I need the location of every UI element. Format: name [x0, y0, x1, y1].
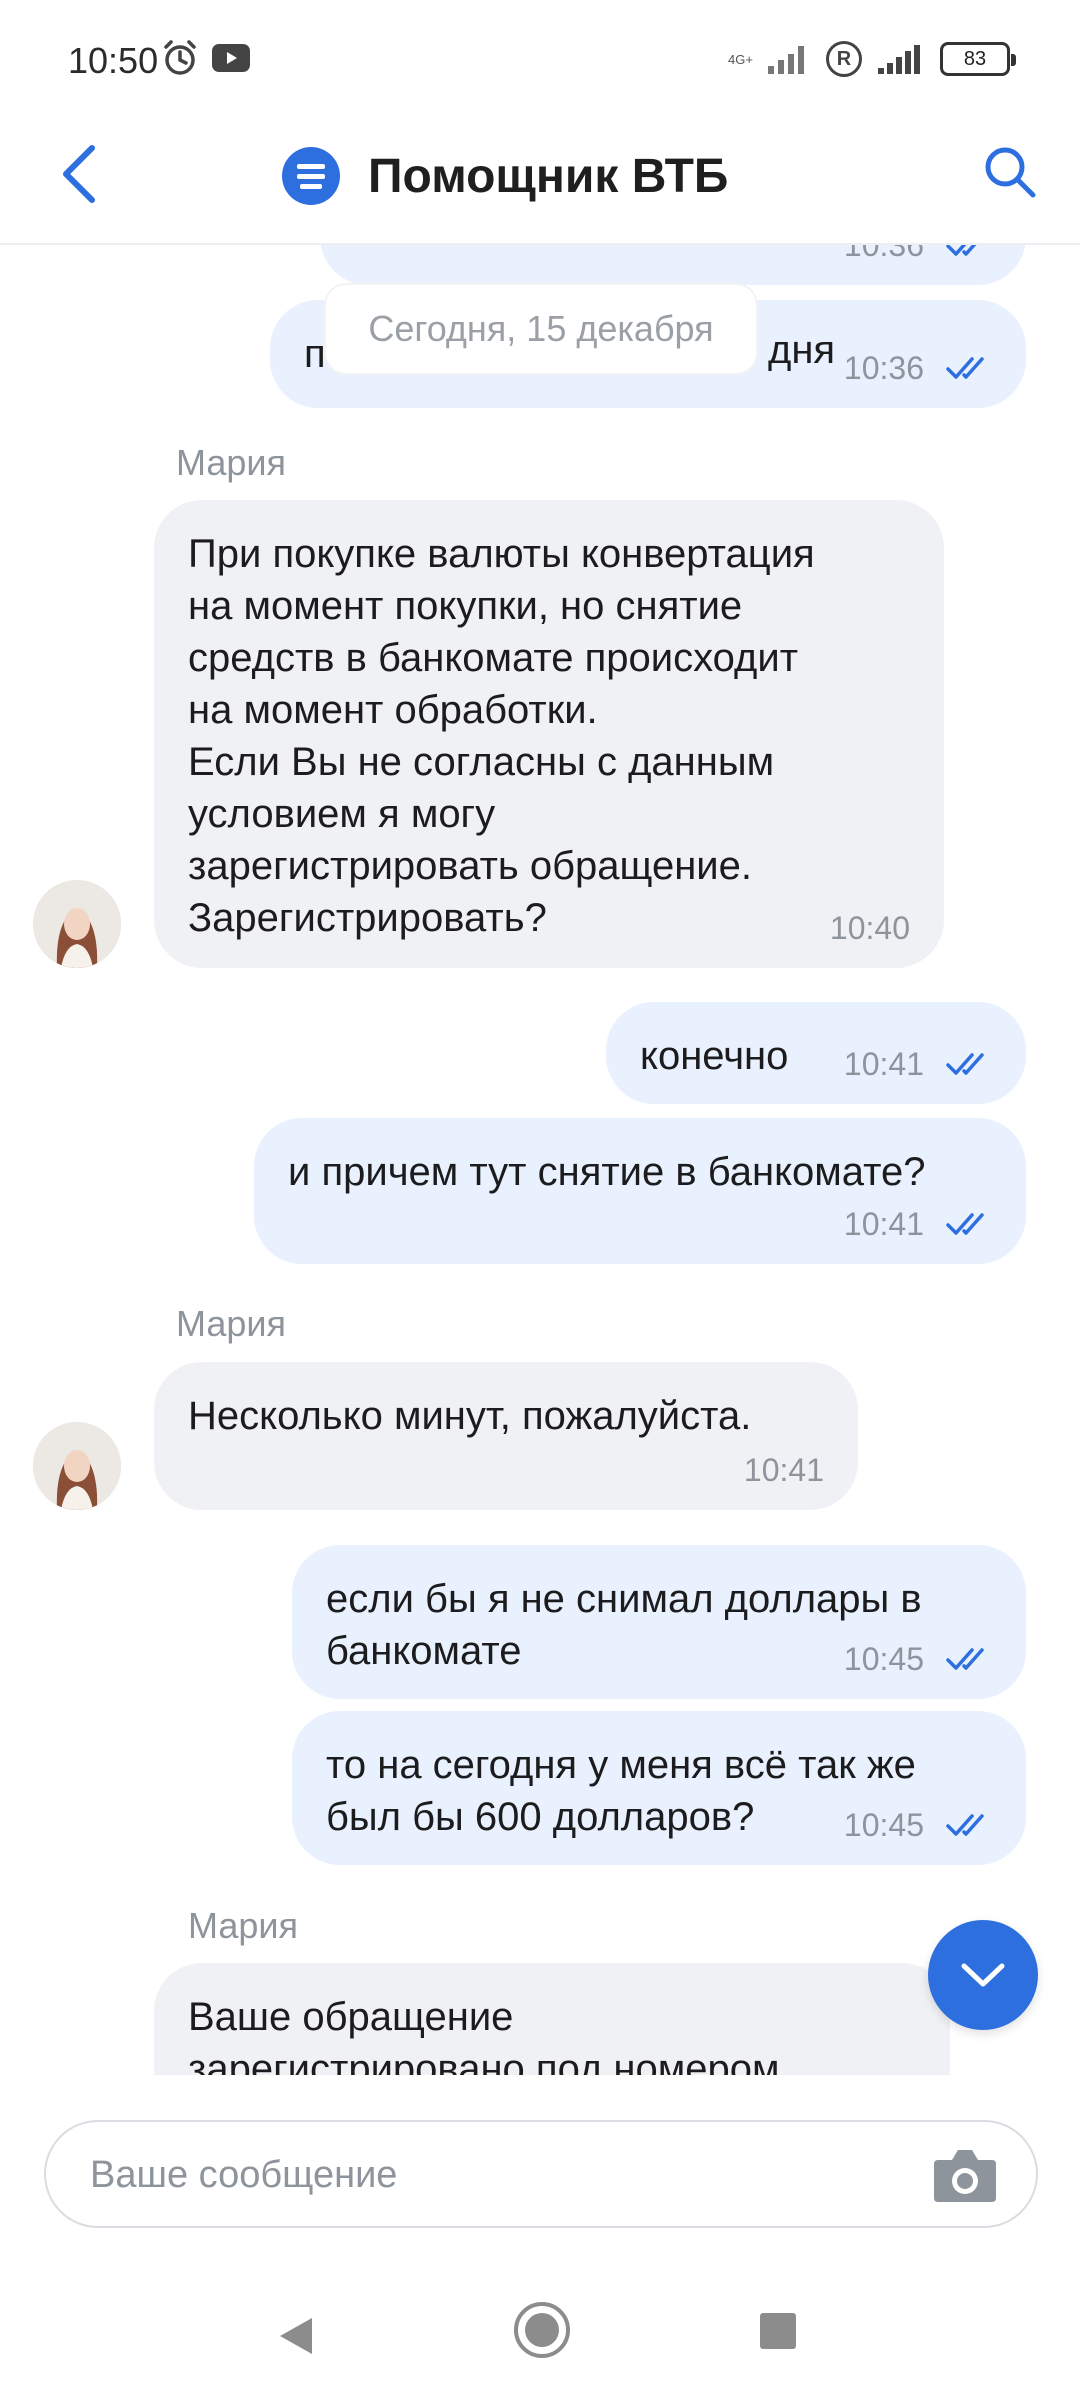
message-time: 10:40: [829, 910, 910, 946]
double-check-icon: [946, 357, 984, 379]
message-line: на момент покупки, но снятие: [188, 584, 743, 628]
message-meta: 10:41: [844, 1038, 992, 1090]
message-time: 10:45: [843, 1641, 924, 1677]
message-line: зарегистрировано под номером: [188, 2047, 780, 2075]
message-composer: [44, 2120, 1038, 2228]
message-incoming[interactable]: Ваше обращение зарегистрировано под номе…: [154, 1963, 950, 2075]
message-outgoing[interactable]: 10:36: [320, 245, 1026, 285]
message-line: если бы я не снимал доллары в: [326, 1577, 922, 1621]
message-line: Ваше обращение: [188, 1995, 514, 2039]
signal-icon-2: [878, 45, 920, 74]
message-meta: 10:36: [844, 245, 992, 271]
nav-home-button[interactable]: [514, 2302, 570, 2358]
message-time: 10:36: [843, 245, 924, 263]
message-line: зарегистрировать обращение.: [188, 844, 753, 888]
double-check-icon: [946, 1053, 984, 1075]
message-text: конечно: [640, 1034, 789, 1078]
message-outgoing[interactable]: конечно 10:41: [606, 1002, 1026, 1104]
vtb-logo-icon: [282, 147, 340, 205]
sender-name: Мария: [176, 1303, 287, 1344]
message-incoming[interactable]: Несколько минут, пожалуйста. 10:41: [154, 1362, 858, 1510]
chevron-down-icon: [961, 1963, 1005, 1987]
network-type: 4G+: [728, 51, 753, 67]
battery-icon: 83: [940, 42, 1016, 76]
camera-icon[interactable]: [930, 2144, 1000, 2206]
status-time: 10:50: [68, 40, 159, 81]
alarm-icon: [164, 40, 196, 75]
sender-name: Мария: [188, 1905, 299, 1946]
operator-avatar[interactable]: [33, 1422, 121, 1510]
nav-recents-button[interactable]: [760, 2313, 796, 2349]
message-line: то на сегодня у меня всё так же: [326, 1743, 916, 1787]
message-meta: 10:36: [844, 342, 992, 394]
battery-level: 83: [963, 47, 987, 70]
double-check-icon: [946, 245, 977, 256]
date-separator: Сегодня, 15 декабря: [326, 285, 756, 373]
search-icon[interactable]: [978, 140, 1042, 204]
message-text-fragment: п: [304, 332, 326, 376]
message-line: Зарегистрировать?: [188, 896, 547, 940]
message-time: 10:41: [843, 1206, 924, 1242]
chat-title-group[interactable]: Помощник ВТБ: [282, 136, 728, 216]
message-line: на момент обработки.: [188, 688, 598, 732]
operator-avatar[interactable]: [33, 880, 121, 968]
double-check-icon: [946, 1814, 984, 1836]
chat-title: Помощник ВТБ: [368, 149, 729, 203]
scroll-to-bottom-button[interactable]: [928, 1920, 1038, 2030]
youtube-icon: [212, 44, 250, 72]
message-line: При покупке валюты конвертация: [188, 532, 815, 576]
system-nav-bar: [0, 2270, 1080, 2400]
chat-header: Помощник ВТБ: [0, 110, 1080, 245]
message-line: условием я могу: [188, 792, 496, 836]
message-text: При покупке валюты конвертация на момент…: [188, 528, 910, 944]
nav-back-icon[interactable]: [276, 2316, 316, 2356]
message-meta: 10:45: [844, 1633, 992, 1685]
message-input[interactable]: [90, 2142, 910, 2208]
double-check-icon: [946, 1648, 984, 1670]
message-outgoing[interactable]: то на сегодня у меня всё так же был бы 6…: [292, 1711, 1026, 1865]
message-time: 10:45: [843, 1807, 924, 1843]
message-meta: 10:40: [830, 902, 910, 954]
message-incoming[interactable]: При покупке валюты конвертация на момент…: [154, 500, 944, 968]
message-list[interactable]: 10:36 п дня 10:36 Сегодня, 15 декабря Ма…: [0, 245, 1080, 2075]
message-time: 10:41: [743, 1452, 824, 1488]
message-text: и причем тут снятие в банкомате?: [288, 1150, 926, 1194]
message-line: Если Вы не согласны с данным: [188, 740, 775, 784]
avatar-photo: [33, 1422, 121, 1510]
sender-name: Мария: [176, 442, 287, 483]
message-text: Несколько минут, пожалуйста.: [188, 1394, 752, 1438]
message-time: 10:36: [843, 350, 924, 386]
status-bar: 10:50 4G+ R 83: [0, 0, 1080, 110]
back-arrow-icon[interactable]: [50, 134, 110, 214]
avatar-photo: [33, 880, 121, 968]
message-text-fragment: дня: [768, 328, 836, 372]
message-time: 10:41: [843, 1046, 924, 1082]
double-check-icon: [946, 1213, 984, 1235]
message-outgoing[interactable]: если бы я не снимал доллары в банкомате …: [292, 1545, 1026, 1699]
roaming-icon: R: [826, 41, 862, 77]
message-meta: 10:41: [844, 1198, 992, 1250]
message-outgoing[interactable]: и причем тут снятие в банкомате? 10:41: [254, 1118, 1026, 1264]
message-meta: 10:45: [844, 1799, 992, 1851]
message-line: средств в банкомате происходит: [188, 636, 799, 680]
message-meta: 10:41: [744, 1444, 824, 1496]
signal-icon: [768, 46, 804, 74]
